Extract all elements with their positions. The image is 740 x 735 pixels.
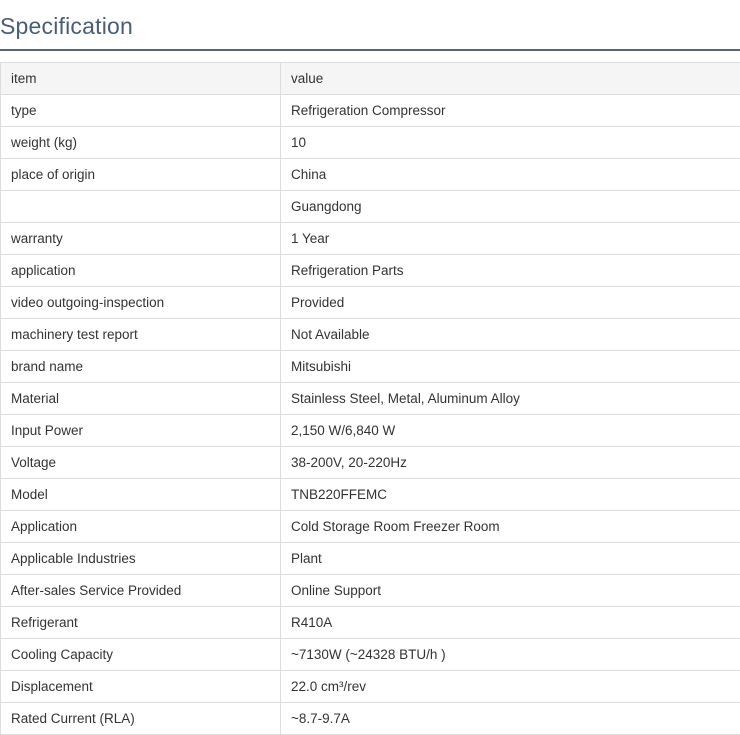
spec-value-cell: 1 Year bbox=[280, 222, 740, 255]
page-title: Specification bbox=[0, 13, 134, 39]
spec-item-cell: brand name bbox=[0, 350, 281, 383]
table-row: Refrigerant R410A bbox=[0, 606, 740, 639]
spec-value-cell: Provided bbox=[280, 286, 740, 319]
spec-item-cell: weight (kg) bbox=[0, 126, 281, 159]
spec-value-cell: 10 bbox=[280, 126, 740, 159]
spec-value-cell: Mitsubishi bbox=[280, 350, 740, 383]
spec-item-cell: video outgoing-inspection bbox=[0, 286, 281, 319]
spec-item-cell: Rated Current (RLA) bbox=[0, 702, 281, 735]
table-row: Guangdong bbox=[0, 190, 740, 223]
spec-item-cell: type bbox=[0, 94, 281, 127]
table-row: type Refrigeration Compressor bbox=[0, 94, 740, 127]
spec-value-cell: Refrigeration Compressor bbox=[280, 94, 740, 127]
table-row: Model TNB220FFEMC bbox=[0, 478, 740, 511]
spec-item-cell: machinery test report bbox=[0, 318, 281, 351]
table-row: Rated Current (RLA) ~8.7-9.7A bbox=[0, 702, 740, 735]
table-row: Displacement 22.0 cm³/rev bbox=[0, 670, 740, 703]
table-row: After-sales Service Provided Online Suppo… bbox=[0, 574, 740, 607]
spec-value-cell: Not Available bbox=[280, 318, 740, 351]
table-row: brand name Mitsubishi bbox=[0, 350, 740, 383]
spec-item-cell: application bbox=[0, 254, 281, 287]
spec-value-cell: R410A bbox=[280, 606, 740, 639]
spec-item-cell: Model bbox=[0, 478, 281, 511]
spec-item-cell: place of origin bbox=[0, 158, 281, 191]
spec-value-cell: Refrigeration Parts bbox=[280, 254, 740, 287]
spec-item-cell: Voltage bbox=[0, 446, 281, 479]
table-row: Material Stainless Steel, Metal, Aluminum… bbox=[0, 382, 740, 415]
table-row: warranty 1 Year bbox=[0, 222, 740, 255]
spec-value-cell: 2,150 W/6,840 W bbox=[280, 414, 740, 447]
table-row: machinery test report Not Available bbox=[0, 318, 740, 351]
spec-value-cell: ~8.7-9.7A bbox=[280, 702, 740, 735]
table-row: Application Cold Storage Room Freezer Roo… bbox=[0, 510, 740, 543]
header-value: value bbox=[280, 62, 740, 95]
spec-item-cell: Application bbox=[0, 510, 281, 543]
table-row: Applicable Industries Plant bbox=[0, 542, 740, 575]
spec-value-cell: Cold Storage Room Freezer Room bbox=[280, 510, 740, 543]
table-row: Input Power 2,150 W/6,840 W bbox=[0, 414, 740, 447]
spec-value-cell: Stainless Steel, Metal, Aluminum Alloy bbox=[280, 382, 740, 415]
table-row: video outgoing-inspection Provided bbox=[0, 286, 740, 319]
spec-value-cell: 22.0 cm³/rev bbox=[280, 670, 740, 703]
specification-table: item value type Refrigeration Compressor w… bbox=[0, 62, 740, 735]
spec-value-cell: Online Support bbox=[280, 574, 740, 607]
spec-item-cell: Input Power bbox=[0, 414, 281, 447]
table-row: application Refrigeration Parts bbox=[0, 254, 740, 287]
specification-table-body: item value type Refrigeration Compressor w… bbox=[0, 62, 740, 735]
spec-value-cell: Guangdong bbox=[280, 190, 740, 223]
table-row: Cooling Capacity ~7130W (~24328 BTU/h ) bbox=[0, 638, 740, 671]
table-row: Voltage 38-200V, 20-220Hz bbox=[0, 446, 740, 479]
table-row: weight (kg) 10 bbox=[0, 126, 740, 159]
header-item: item bbox=[0, 62, 281, 95]
spec-item-cell: Material bbox=[0, 382, 281, 415]
spec-value-cell: Plant bbox=[280, 542, 740, 575]
title-divider bbox=[0, 49, 740, 51]
spec-item-cell: After-sales Service Provided bbox=[0, 574, 281, 607]
spec-item-cell: Applicable Industries bbox=[0, 542, 281, 575]
spec-item-cell: warranty bbox=[0, 222, 281, 255]
spec-value-cell: ~7130W (~24328 BTU/h ) bbox=[280, 638, 740, 671]
spec-item-cell: Refrigerant bbox=[0, 606, 281, 639]
spec-value-cell: TNB220FFEMC bbox=[280, 478, 740, 511]
spec-value-cell: 38-200V, 20-220Hz bbox=[280, 446, 740, 479]
spec-item-cell bbox=[0, 190, 281, 223]
spec-item-cell: Displacement bbox=[0, 670, 281, 703]
table-header-row: item value bbox=[0, 62, 740, 95]
spec-value-cell: China bbox=[280, 158, 740, 191]
table-row: place of origin China bbox=[0, 158, 740, 191]
spec-item-cell: Cooling Capacity bbox=[0, 638, 281, 671]
